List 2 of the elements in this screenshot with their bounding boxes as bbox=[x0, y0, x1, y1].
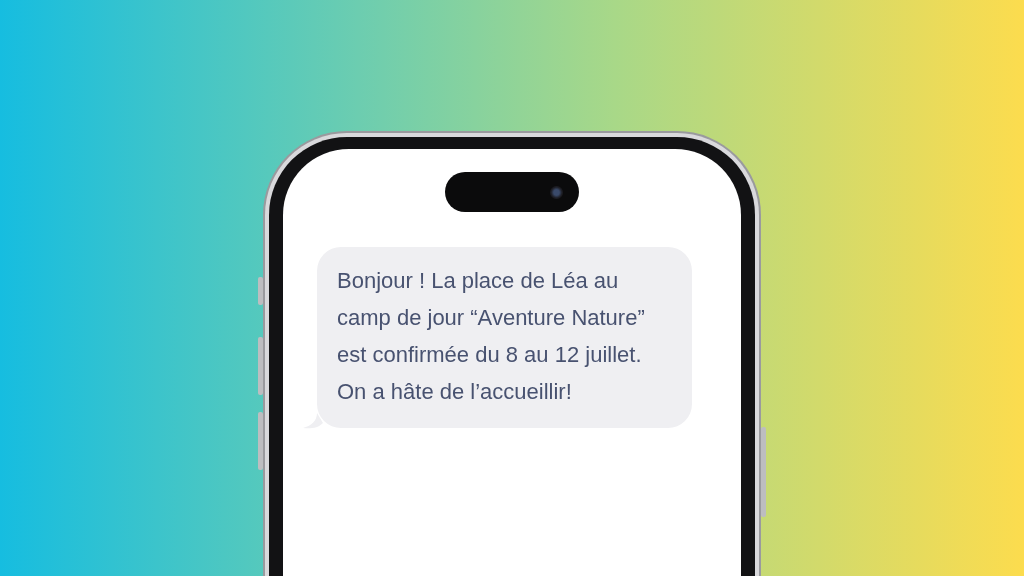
message-text: Bonjour ! La place de Léa au camp de jour “Aventure Nature” est confirmée du 8 au 12 juillet. On a hâte de l’accueillir! bbox=[337, 267, 646, 406]
camera-icon bbox=[550, 185, 563, 199]
